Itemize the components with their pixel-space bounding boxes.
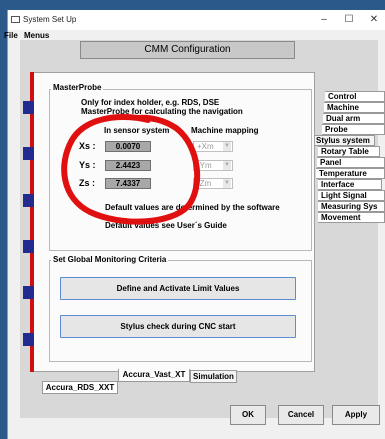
annotation-overlay xyxy=(61,114,201,225)
apply-button[interactable]: Apply xyxy=(332,405,380,425)
cancel-button[interactable]: Cancel xyxy=(278,405,324,425)
ok-button[interactable]: OK xyxy=(230,405,266,425)
annotation-circle xyxy=(61,114,201,225)
